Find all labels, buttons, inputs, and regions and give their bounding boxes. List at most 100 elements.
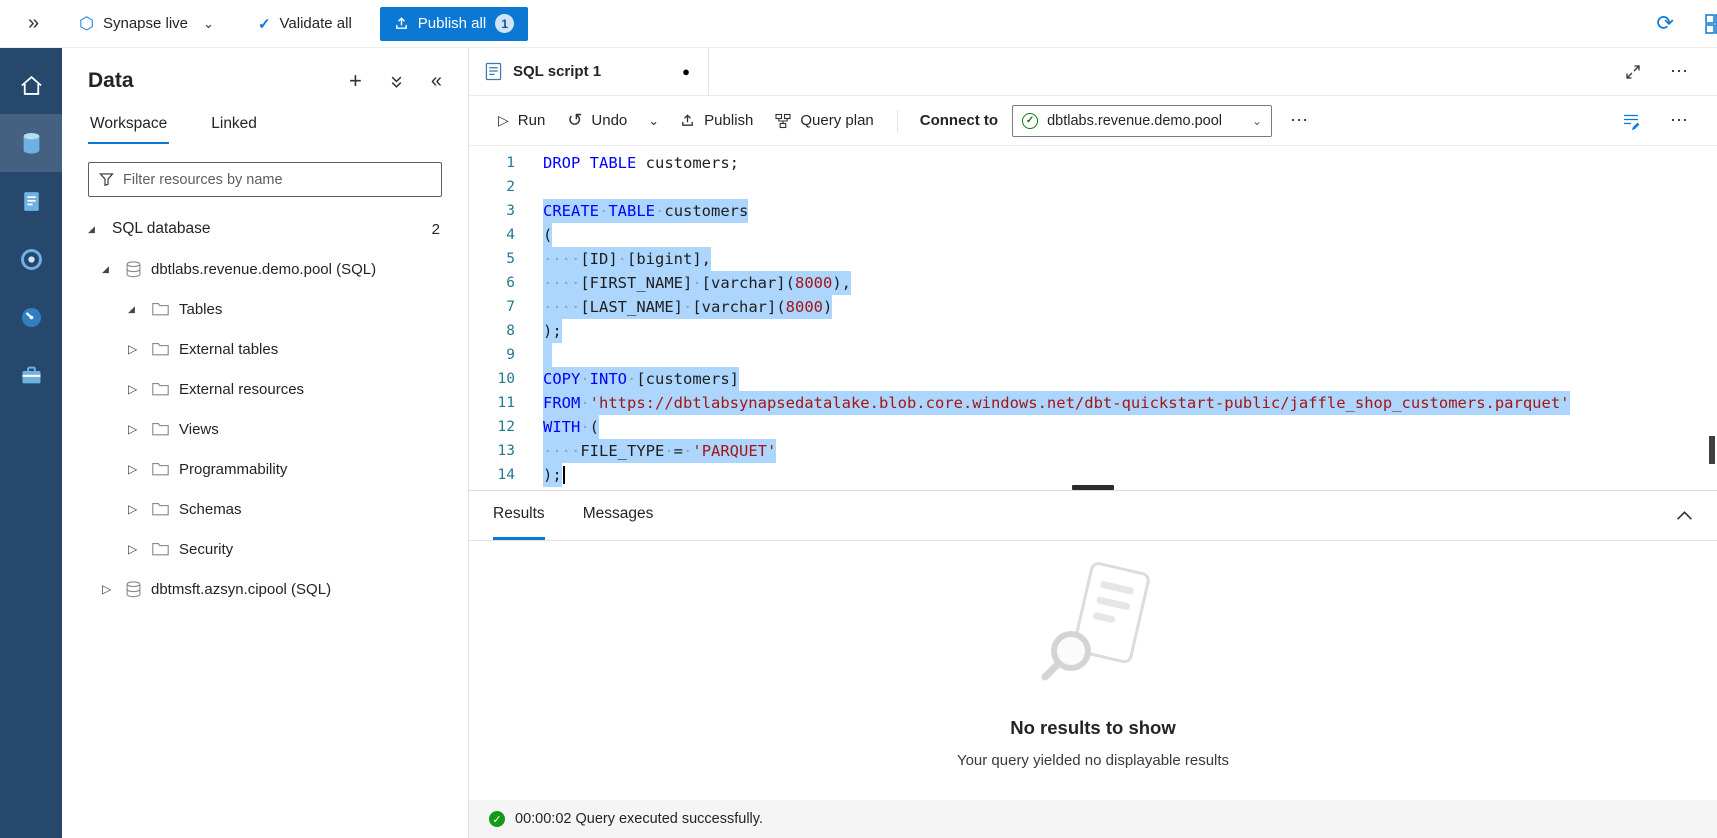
token-dots: · <box>683 298 692 316</box>
collapse-results-icon[interactable] <box>1676 491 1693 540</box>
nav-integrate-button[interactable] <box>0 230 62 288</box>
code-line-12[interactable]: 12WITH·( <box>469 415 1717 439</box>
tree-item-dbtmsft-azsyn-cipool-sql[interactable]: ▷ dbtmsft.azsyn.cipool (SQL) <box>62 569 468 609</box>
tree-item-external-tables[interactable]: ▷External tables <box>62 329 468 369</box>
expand-node-icon[interactable]: ▷ <box>128 542 152 556</box>
filter-input[interactable] <box>123 172 431 188</box>
tab-messages[interactable]: Messages <box>583 491 654 540</box>
code-editor[interactable]: 1DROP TABLE customers;23CREATE·TABLE·cus… <box>469 146 1717 490</box>
toolbar-more-icon[interactable]: ⋯ <box>1290 110 1309 131</box>
text-caret <box>563 466 565 484</box>
collapse-panel-button[interactable]: « <box>431 70 442 93</box>
nav-home-button[interactable] <box>0 56 62 114</box>
sql-script-tab[interactable]: SQL script 1 ● <box>469 48 709 95</box>
line-number: 11 <box>469 391 543 415</box>
collapse-node-icon[interactable]: ◢ <box>88 224 112 235</box>
code-line-6[interactable]: 6····[FIRST_NAME]·[varchar](8000), <box>469 271 1717 295</box>
query-status-text: 00:00:02 Query executed successfully. <box>515 811 763 827</box>
tree-item-label: dbtmsft.azsyn.cipool (SQL) <box>151 581 331 598</box>
code-line-7[interactable]: 7····[LAST_NAME]·[varchar](8000) <box>469 295 1717 319</box>
undo-button[interactable]: ↺ Undo <box>556 104 638 138</box>
publish-button[interactable]: Publish <box>669 104 764 138</box>
code-line-9[interactable]: 9 <box>469 343 1717 367</box>
briefcase-icon <box>18 362 45 389</box>
token-dots: · <box>683 442 692 460</box>
connect-to-dropdown[interactable]: ✓ dbtlabs.revenue.demo.pool ⌄ <box>1012 105 1272 137</box>
nav-data-button[interactable] <box>0 114 62 172</box>
resize-handle[interactable] <box>1072 485 1114 490</box>
nav-monitor-button[interactable] <box>0 288 62 346</box>
expand-node-icon[interactable]: ▷ <box>128 502 152 516</box>
code-text: CREATE·TABLE·customers <box>543 199 748 223</box>
collapse-node-icon[interactable]: ◢ <box>128 304 152 315</box>
results-tabs: Results Messages <box>469 491 1717 541</box>
expand-node-icon[interactable]: ▷ <box>128 382 152 396</box>
token-dots: ···· <box>543 250 580 268</box>
tab-results[interactable]: Results <box>493 491 545 540</box>
tree-item-views[interactable]: ▷Views <box>62 409 468 449</box>
tree-item-security[interactable]: ▷ Security <box>62 529 468 569</box>
editor-area: SQL script 1 ● ⋯ ▷ Run ↺ Undo <box>469 48 1717 838</box>
publish-all-button[interactable]: Publish all 1 <box>380 7 528 41</box>
token-dots: · <box>618 250 627 268</box>
line-number: 1 <box>469 151 543 175</box>
editor-scrollbar-thumb[interactable] <box>1709 436 1715 464</box>
gallery-icon[interactable] <box>1704 13 1717 35</box>
tree-item-label: Security <box>179 541 233 558</box>
tree-item-sql-database[interactable]: ◢SQL database2 <box>62 209 468 249</box>
tree-item-label: External resources <box>179 381 304 398</box>
expand-node-icon[interactable]: ▷ <box>102 582 126 596</box>
expand-node-icon[interactable]: ▷ <box>128 462 152 476</box>
code-line-14[interactable]: 14); <box>469 463 1717 487</box>
results-panel: Results Messages <box>469 490 1717 838</box>
undo-dropdown-icon[interactable]: ⌄ <box>638 113 669 129</box>
connected-check-icon: ✓ <box>1022 113 1038 129</box>
tree-item-schemas[interactable]: ▷Schemas <box>62 489 468 529</box>
code-line-5[interactable]: 5····[ID]·[bigint], <box>469 247 1717 271</box>
branch-selector[interactable]: ⬡ Synapse live ⌄ <box>79 14 214 34</box>
collapse-node-icon[interactable]: ◢ <box>102 264 126 275</box>
query-plan-button[interactable]: Query plan <box>764 104 884 138</box>
code-text: ( <box>543 223 552 247</box>
toolbar-overflow-icon[interactable]: ⋯ <box>1670 110 1689 131</box>
publish-badge: 1 <box>495 14 514 33</box>
code-line-8[interactable]: 8); <box>469 319 1717 343</box>
folder-icon <box>152 462 169 476</box>
properties-icon[interactable] <box>1622 112 1640 130</box>
item-count: 2 <box>432 221 440 238</box>
add-resource-button[interactable]: + <box>349 68 362 94</box>
code-line-13[interactable]: 13····FILE_TYPE·=·'PARQUET' <box>469 439 1717 463</box>
tree-item-external-resources[interactable]: ▷ External resources <box>62 369 468 409</box>
tab-title: SQL script 1 <box>513 63 601 80</box>
pool-icon <box>126 581 141 598</box>
tree-item-programmability[interactable]: ▷Programmability <box>62 449 468 489</box>
refresh-icon[interactable]: ⟳ <box>1656 11 1674 36</box>
expand-node-icon[interactable]: ▷ <box>128 422 152 436</box>
tab-workspace[interactable]: Workspace <box>88 104 169 144</box>
nav-develop-button[interactable] <box>0 172 62 230</box>
expand-editor-icon[interactable] <box>1626 65 1640 79</box>
collapse-all-icon[interactable] <box>390 74 403 89</box>
folder-icon <box>152 382 169 396</box>
code-line-2[interactable]: 2 <box>469 175 1717 199</box>
expand-topbar-icon[interactable]: » <box>28 12 39 35</box>
tab-linked[interactable]: Linked <box>209 104 259 144</box>
code-line-11[interactable]: 11FROM·'https://dbtlabsynapsedatalake.bl… <box>469 391 1717 415</box>
validate-all-button[interactable]: ✓ Validate all <box>258 15 352 33</box>
tree-item-dbtlabs-revenue-demo-pool-sql[interactable]: ◢ dbtlabs.revenue.demo.pool (SQL) <box>62 249 468 289</box>
code-line-3[interactable]: 3CREATE·TABLE·customers <box>469 199 1717 223</box>
code-lines: 1DROP TABLE customers;23CREATE·TABLE·cus… <box>469 151 1717 487</box>
expand-node-icon[interactable]: ▷ <box>128 342 152 356</box>
tree-item-label: dbtlabs.revenue.demo.pool (SQL) <box>151 261 376 278</box>
code-text: ); <box>543 319 562 343</box>
run-button[interactable]: ▷ Run <box>487 104 556 138</box>
tab-more-icon[interactable]: ⋯ <box>1670 61 1689 82</box>
token-dots: · <box>580 370 589 388</box>
token-kw: FROM <box>543 394 580 412</box>
code-line-10[interactable]: 10COPY·INTO·[customers] <box>469 367 1717 391</box>
code-line-4[interactable]: 4( <box>469 223 1717 247</box>
tree-item-tables[interactable]: ◢Tables <box>62 289 468 329</box>
line-number: 12 <box>469 415 543 439</box>
code-line-1[interactable]: 1DROP TABLE customers; <box>469 151 1717 175</box>
nav-manage-button[interactable] <box>0 346 62 404</box>
